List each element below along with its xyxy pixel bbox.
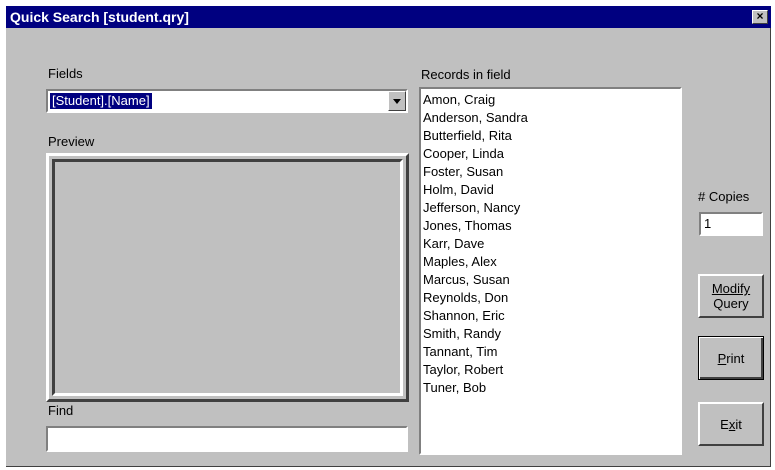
list-item[interactable]: Smith, Randy (423, 325, 678, 343)
preview-panel (46, 153, 409, 402)
copies-input[interactable]: 1 (699, 212, 763, 236)
modify-label: Modify (711, 281, 751, 296)
preview-label: Preview (48, 134, 95, 149)
find-label: Find (48, 403, 74, 418)
exit-button[interactable]: Exit (698, 402, 764, 446)
preview-area (52, 159, 403, 396)
list-item[interactable]: Cooper, Linda (423, 145, 678, 163)
list-item[interactable]: Jones, Thomas (423, 217, 678, 235)
query-label: Query (713, 296, 749, 311)
list-item[interactable]: Taylor, Robert (423, 361, 678, 379)
quick-search-window: Quick Search [student.qry] × Fields [Stu… (6, 6, 771, 467)
list-item[interactable]: Reynolds, Don (423, 289, 678, 307)
list-item[interactable]: Tannant, Tim (423, 343, 678, 361)
list-item[interactable]: Amon, Craig (423, 91, 678, 109)
close-button[interactable]: × (752, 10, 768, 24)
exit-label-start: E (720, 416, 729, 432)
print-label: rint (726, 350, 745, 366)
list-item[interactable]: Tuner, Bob (423, 379, 678, 397)
records-label: Records in field (421, 67, 511, 82)
list-item[interactable]: Maples, Alex (423, 253, 678, 271)
window-title: Quick Search [student.qry] (10, 9, 189, 25)
list-item[interactable]: Shannon, Eric (423, 307, 678, 325)
copies-label: # Copies (698, 189, 750, 204)
chevron-down-icon[interactable] (388, 91, 406, 111)
list-item[interactable]: Marcus, Susan (423, 271, 678, 289)
find-input[interactable] (46, 426, 408, 452)
list-item[interactable]: Anderson, Sandra (423, 109, 678, 127)
list-item[interactable]: Jefferson, Nancy (423, 199, 678, 217)
fields-selected-value: [Student].[Name] (50, 93, 152, 109)
print-accelerator: P (717, 350, 727, 366)
print-button[interactable]: Print (698, 336, 764, 380)
list-item[interactable]: Karr, Dave (423, 235, 678, 253)
list-item[interactable]: Foster, Susan (423, 163, 678, 181)
records-list[interactable]: Amon, Craig Anderson, Sandra Butterfield, … (419, 87, 682, 455)
fields-label: Fields (48, 66, 83, 81)
exit-label-end: it (735, 416, 742, 432)
modify-query-button[interactable]: Modify Query (698, 274, 764, 318)
title-bar: Quick Search [student.qry] × (6, 6, 771, 28)
fields-dropdown[interactable]: [Student].[Name] (46, 89, 408, 113)
list-item[interactable]: Butterfield, Rita (423, 127, 678, 145)
list-item[interactable]: Holm, David (423, 181, 678, 199)
